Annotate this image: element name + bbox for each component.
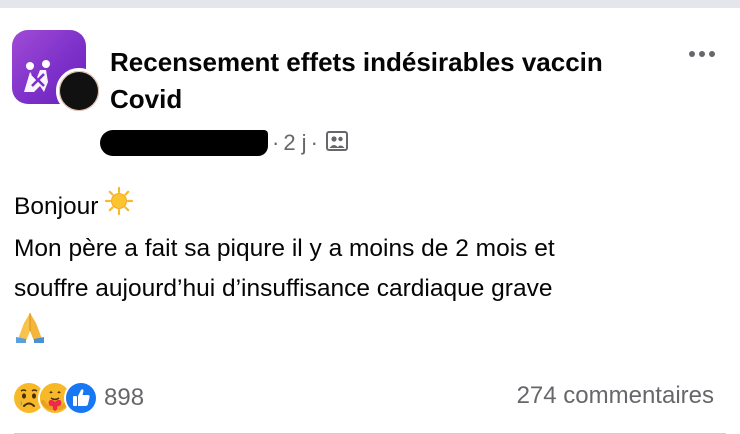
group-members-icon[interactable] — [325, 130, 348, 156]
meta-separator: · — [310, 130, 318, 155]
folded-hands-emoji — [14, 309, 46, 356]
feed-separator — [0, 0, 740, 8]
post-body: Bonjour Mon père a fait sa piqure il y a… — [14, 186, 726, 356]
body-line: Bonjour — [14, 186, 726, 229]
group-name-link[interactable]: Recensement effets indésirables vaccin C… — [110, 44, 630, 118]
post-timestamp[interactable]: 2 j — [283, 130, 306, 156]
post-card: Recensement effets indésirables vaccin C… — [0, 8, 740, 434]
body-line — [14, 309, 726, 356]
body-line: Mon père a fait sa piqure il y a moins d… — [14, 235, 555, 262]
sun-emoji — [104, 186, 134, 229]
author-name-redacted[interactable] — [100, 130, 268, 156]
body-line: souffre aujourd’hui d’insuffisance cardi… — [14, 275, 553, 302]
meta-separator: · — [272, 130, 280, 155]
post-meta: · 2 j · — [100, 126, 348, 160]
like-reaction-icon — [64, 381, 98, 415]
post-avatars[interactable] — [12, 30, 102, 114]
comments-count-link[interactable]: 274 commentaires — [517, 382, 714, 410]
more-options-icon — [689, 51, 695, 57]
reactions-summary[interactable]: 898 — [12, 378, 144, 418]
reaction-count[interactable]: 898 — [104, 384, 144, 412]
more-options-button[interactable] — [682, 42, 722, 66]
author-avatar[interactable] — [56, 68, 102, 114]
